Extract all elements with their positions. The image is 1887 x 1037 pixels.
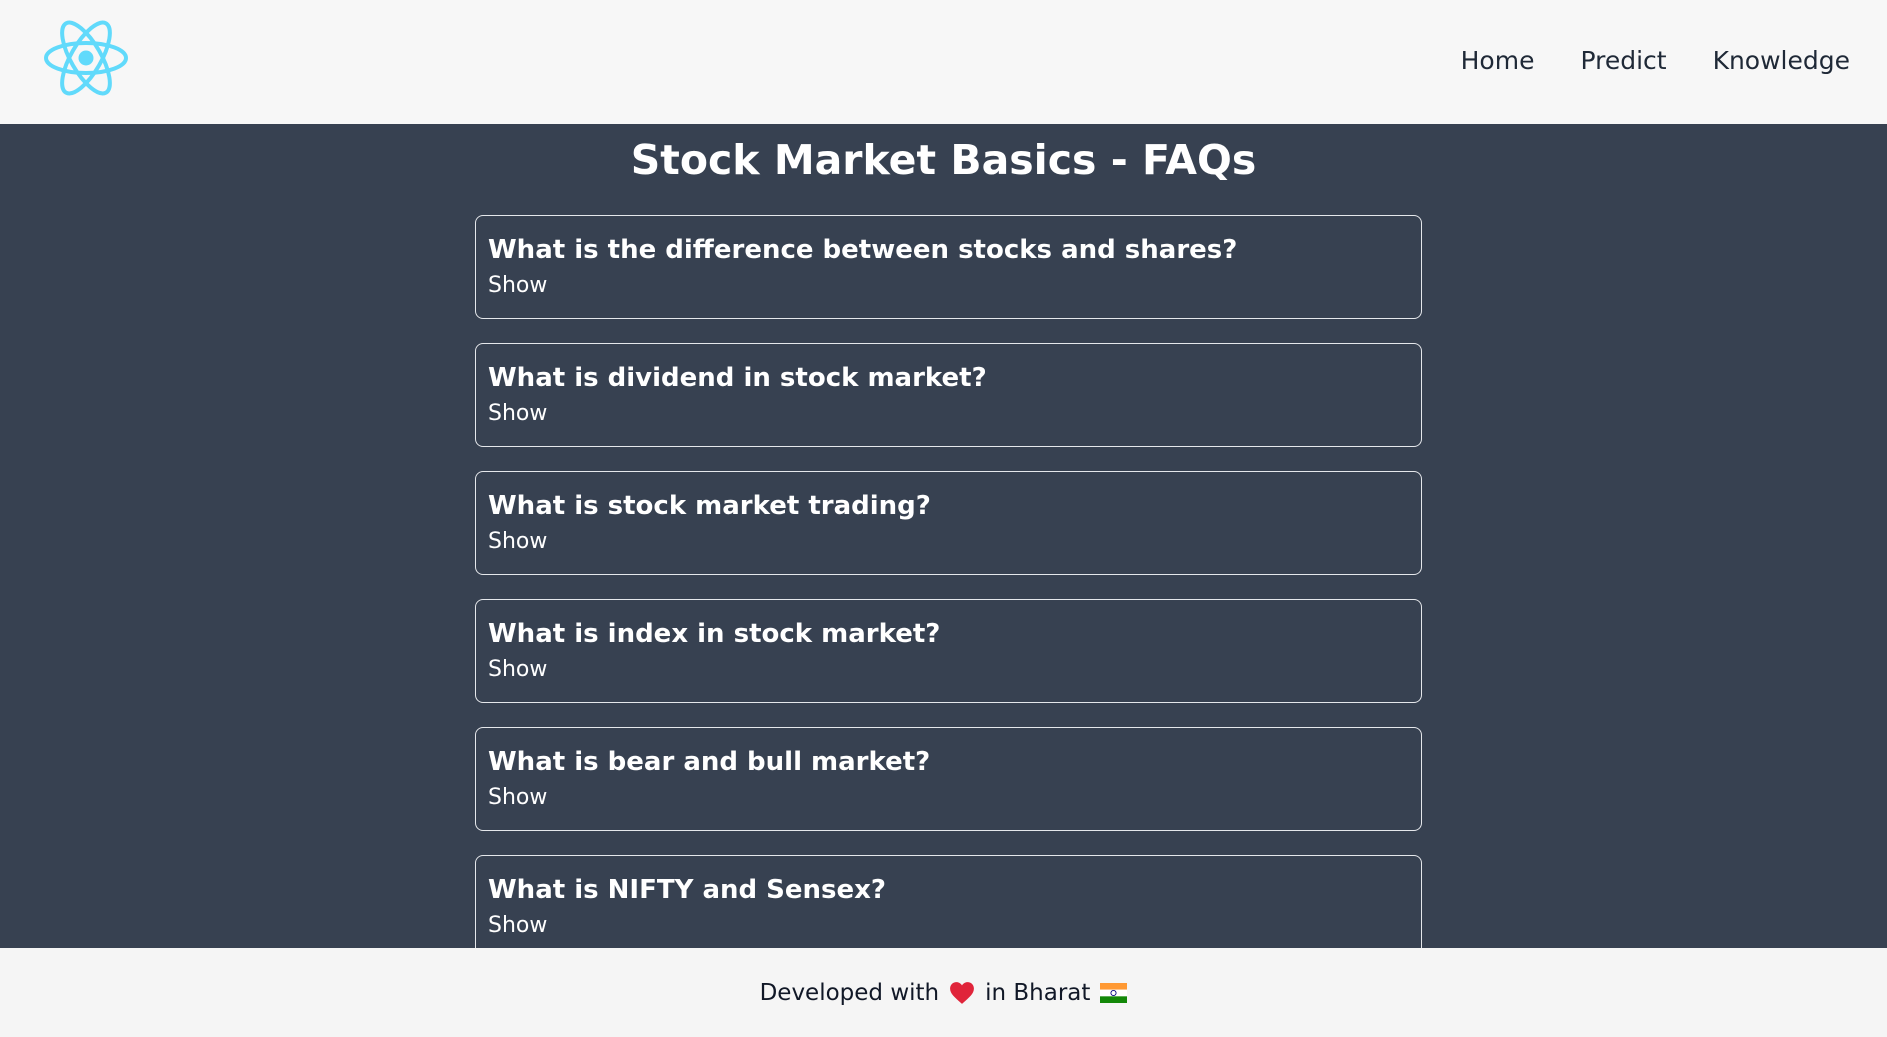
faq-show-toggle[interactable]: Show: [488, 783, 547, 813]
faq-question[interactable]: What is index in stock market?: [488, 616, 1409, 652]
heart-icon: [949, 981, 975, 1005]
faq-item: What is bear and bull market? Show: [475, 727, 1422, 831]
faq-item: What is the difference between stocks an…: [475, 215, 1422, 319]
india-flag-icon: [1100, 982, 1128, 1003]
faq-show-toggle[interactable]: Show: [488, 527, 547, 557]
main-content: Stock Market Basics - FAQs What is the d…: [0, 124, 1887, 948]
footer-text-in-bharat: in Bharat: [985, 979, 1091, 1006]
footer-text-developed-with: Developed with: [759, 979, 940, 1006]
react-logo-icon[interactable]: [42, 17, 130, 99]
faq-list: What is the difference between stocks an…: [475, 215, 1422, 948]
page-title: Stock Market Basics - FAQs: [630, 136, 1257, 184]
navbar: Home Predict Knowledge: [0, 0, 1887, 124]
nav-link-knowledge[interactable]: Knowledge: [1713, 46, 1850, 75]
faq-show-toggle[interactable]: Show: [488, 911, 547, 941]
faq-show-toggle[interactable]: Show: [488, 399, 547, 429]
faq-item: What is NIFTY and Sensex? Show: [475, 855, 1422, 948]
faq-question[interactable]: What is bear and bull market?: [488, 744, 1409, 780]
faq-item: What is stock market trading? Show: [475, 471, 1422, 575]
nav-link-home[interactable]: Home: [1461, 46, 1535, 75]
faq-show-toggle[interactable]: Show: [488, 271, 547, 301]
faq-question[interactable]: What is stock market trading?: [488, 488, 1409, 524]
nav-links: Home Predict Knowledge: [1461, 0, 1850, 120]
footer: Developed with in Bharat: [0, 948, 1887, 1037]
faq-question[interactable]: What is the difference between stocks an…: [488, 232, 1409, 268]
faq-show-toggle[interactable]: Show: [488, 655, 547, 685]
faq-question[interactable]: What is dividend in stock market?: [488, 360, 1409, 396]
faq-item: What is dividend in stock market? Show: [475, 343, 1422, 447]
app-root: Home Predict Knowledge Stock Market Basi…: [0, 0, 1887, 1037]
nav-link-predict[interactable]: Predict: [1580, 46, 1666, 75]
faq-question[interactable]: What is NIFTY and Sensex?: [488, 872, 1409, 908]
faq-item: What is index in stock market? Show: [475, 599, 1422, 703]
